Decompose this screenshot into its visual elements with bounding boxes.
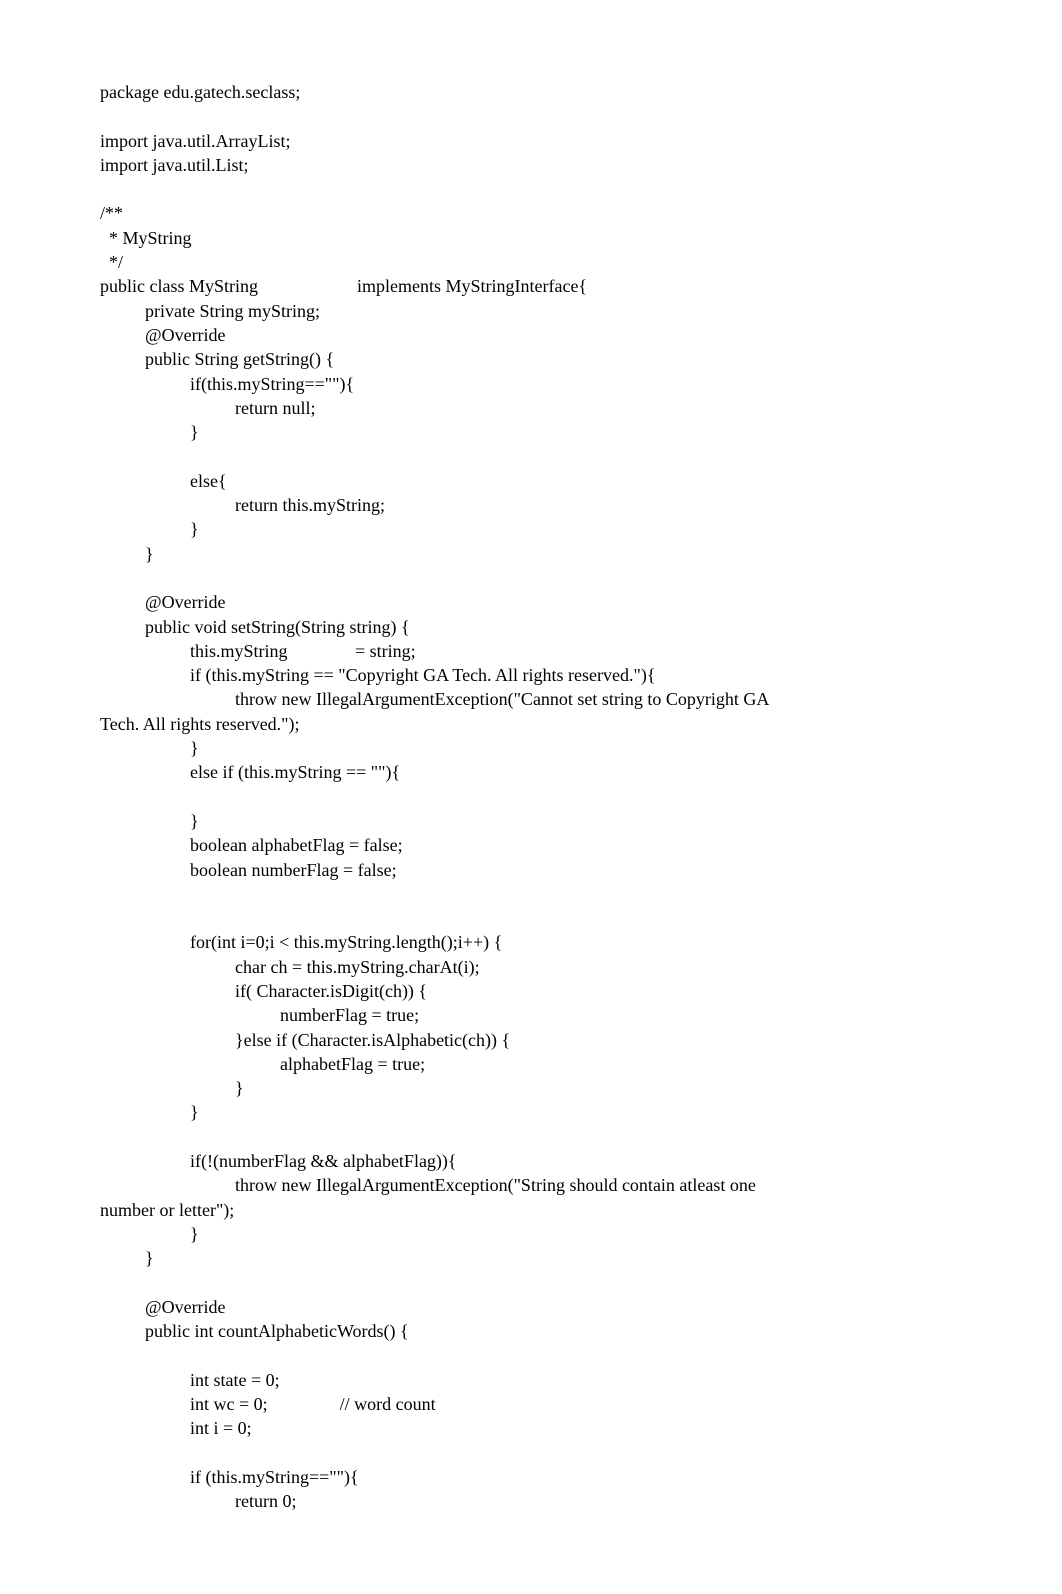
code-content: package edu.gatech.seclass; import java.…: [100, 82, 769, 1511]
code-document: package edu.gatech.seclass; import java.…: [0, 0, 1062, 1594]
